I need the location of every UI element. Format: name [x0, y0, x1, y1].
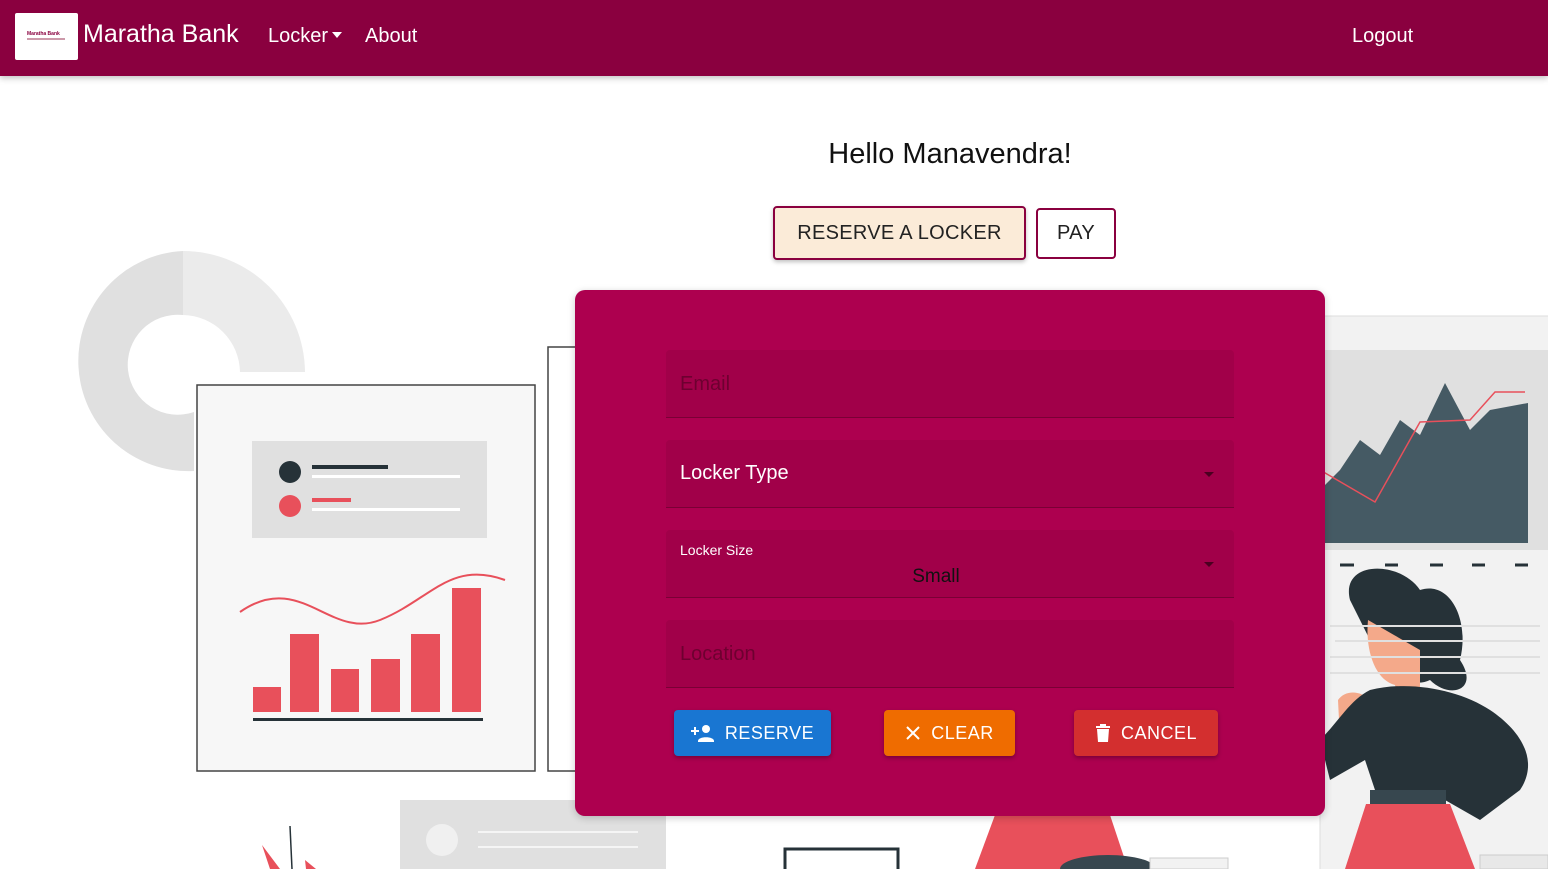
locker-menu[interactable]: Locker [268, 25, 343, 48]
reservation-form-card: Email Locker Type Locker Size Small Loca… [575, 290, 1325, 816]
location-placeholder: Location [680, 643, 756, 665]
clear-button[interactable]: CLEAR [884, 710, 1015, 756]
bank-logo[interactable]: Maratha Bank [15, 13, 78, 60]
locker-menu-label: Locker [268, 25, 329, 47]
locker-size-label: Locker Size [680, 542, 754, 558]
person-add-icon [690, 725, 714, 742]
close-icon [906, 726, 920, 740]
reserve-button[interactable]: RESERVE [674, 710, 831, 756]
logo-text: Maratha Bank [27, 31, 60, 37]
reserve-button-label: RESERVE [724, 722, 815, 743]
location-field[interactable]: Location [666, 620, 1234, 688]
pay-button[interactable]: PAY [1036, 208, 1116, 259]
cancel-button-label: CANCEL [1120, 722, 1198, 743]
clear-button-label: CLEAR [931, 722, 994, 743]
about-link[interactable]: About [365, 25, 417, 48]
email-placeholder: Email [680, 373, 731, 395]
email-field[interactable]: Email [666, 350, 1234, 418]
locker-type-label: Locker Type [680, 462, 789, 484]
dropdown-arrow-icon [1204, 562, 1214, 567]
locker-type-select[interactable]: Locker Type [666, 440, 1234, 508]
greeting-heading: Hello Manavendra! [828, 138, 1072, 170]
reserve-locker-button[interactable]: RESERVE A LOCKER [773, 206, 1026, 260]
locker-size-select[interactable]: Locker Size Small [666, 530, 1234, 598]
brand-name[interactable]: Maratha Bank [83, 20, 239, 49]
dropdown-arrow-icon [1204, 472, 1214, 477]
navbar: Maratha Bank Maratha Bank Locker About L… [0, 0, 1548, 76]
cancel-button[interactable]: CANCEL [1074, 710, 1218, 756]
logout-link[interactable]: Logout [1352, 25, 1413, 48]
trash-icon [1095, 724, 1110, 742]
caret-down-icon [332, 31, 343, 38]
locker-size-value: Small [912, 566, 960, 587]
